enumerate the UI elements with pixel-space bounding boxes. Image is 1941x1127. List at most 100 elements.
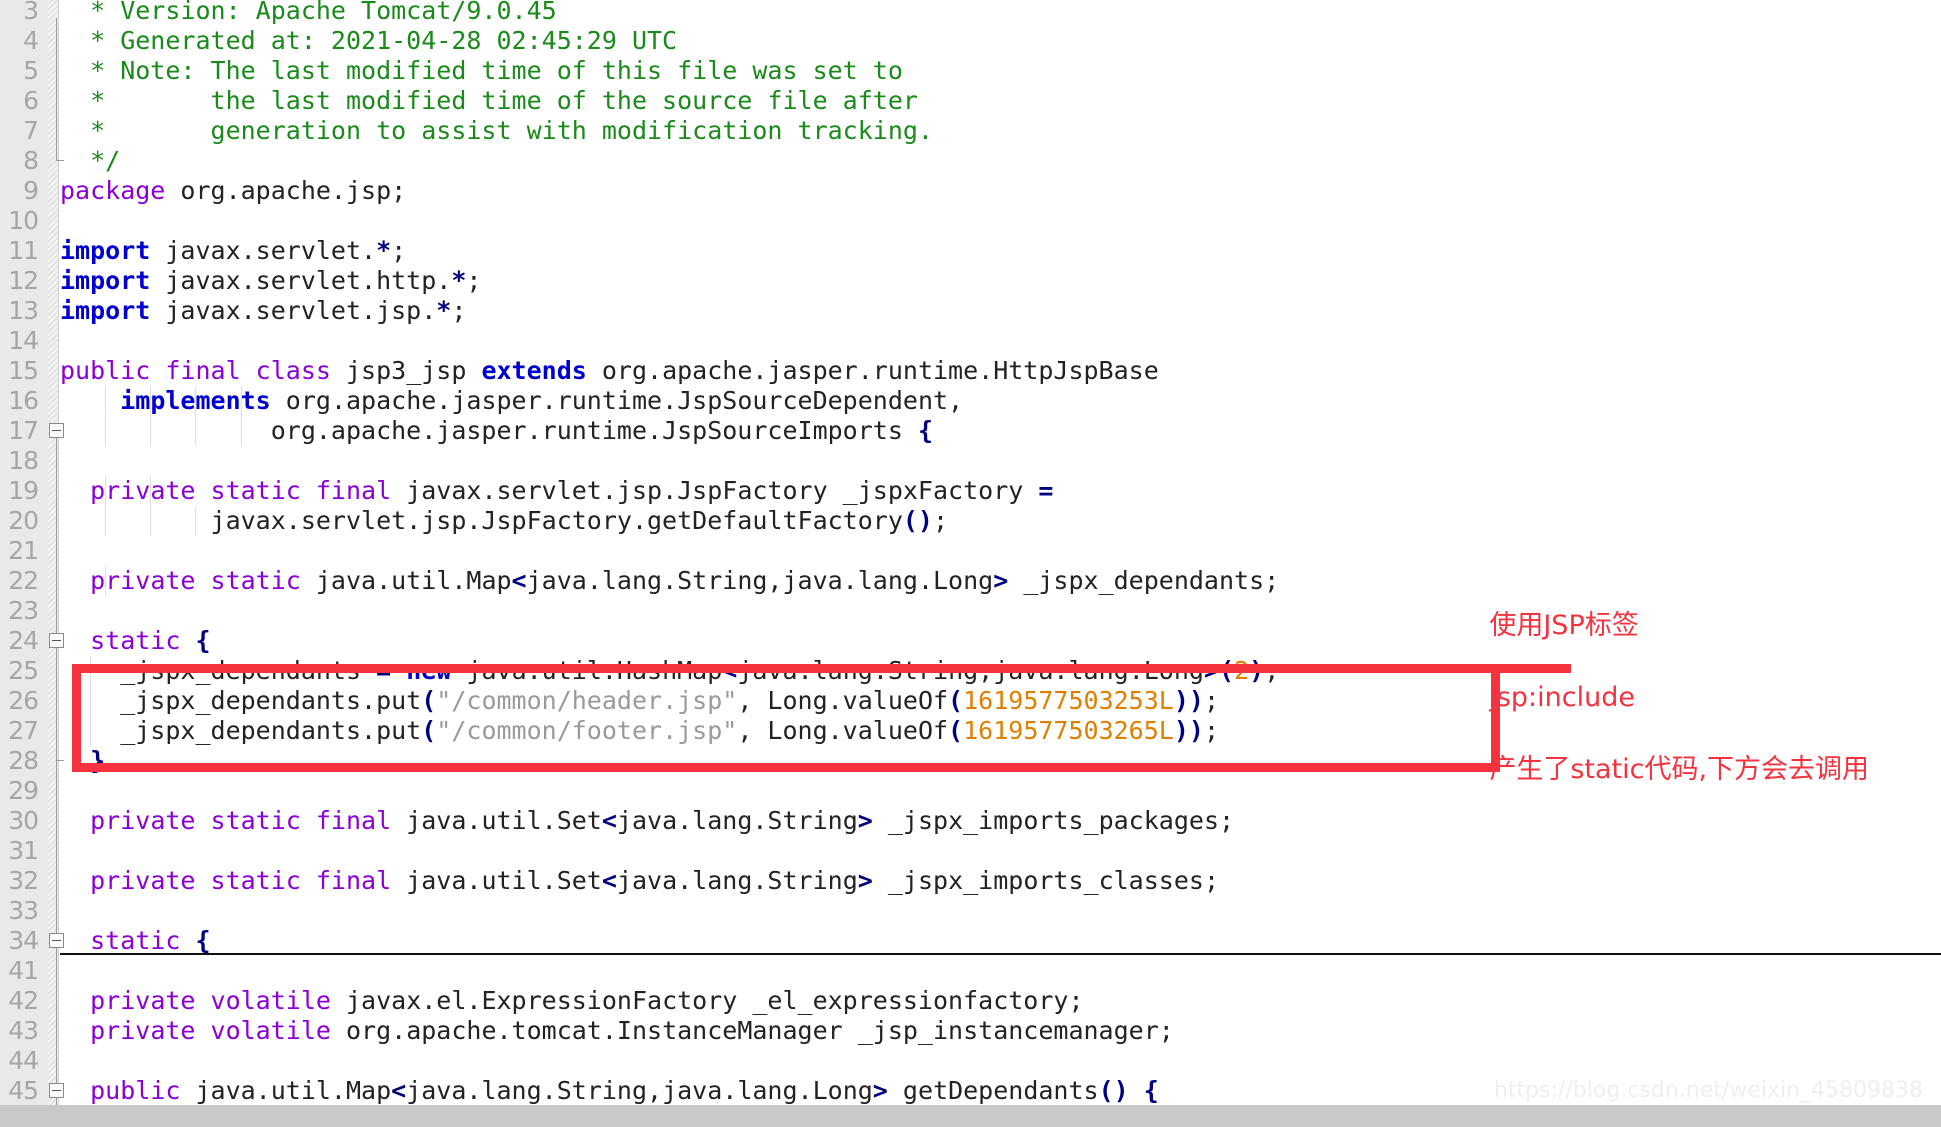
- indent-guide: [150, 386, 152, 446]
- line-number: 26: [8, 686, 39, 715]
- fold-region-guide: [56, 648, 57, 760]
- code-token: <: [601, 806, 617, 835]
- code-line[interactable]: * Note: The last modified time of this f…: [60, 56, 903, 86]
- line-number: 33: [8, 896, 39, 925]
- annotation-line-3: 产生了static代码,下方会去调用: [1489, 754, 1870, 785]
- code-token: ;: [1203, 716, 1219, 745]
- line-number: 9: [23, 176, 39, 205]
- code-line[interactable]: javax.servlet.jsp.JspFactory.getDefaultF…: [60, 506, 949, 536]
- code-line[interactable]: private static final java.util.Set<java.…: [60, 866, 1219, 896]
- line-number: 13: [8, 296, 39, 325]
- line-number: 44: [8, 1046, 39, 1075]
- code-token: import: [60, 266, 151, 295]
- code-token: ;: [932, 506, 949, 535]
- code-line[interactable]: private volatile javax.el.ExpressionFact…: [60, 986, 1083, 1016]
- code-line[interactable]: * Version: Apache Tomcat/9.0.45: [60, 0, 557, 26]
- code-token: * Generated at: 2021-04-28 02:45:29 UTC: [60, 26, 678, 55]
- code-token: public final class: [60, 356, 331, 385]
- code-token: >: [857, 866, 873, 895]
- code-line[interactable]: static {: [60, 926, 210, 956]
- code-line[interactable]: import javax.servlet.*;: [60, 236, 406, 266]
- code-line[interactable]: _jspx_dependants = new java.util.HashMap…: [60, 656, 1279, 686]
- code-token: new: [406, 656, 452, 685]
- code-token: _jspx_imports_classes;: [872, 866, 1219, 895]
- code-content[interactable]: * Version: Apache Tomcat/9.0.45 * Genera…: [60, 0, 1941, 1127]
- code-line[interactable]: _jspx_dependants.put("/common/footer.jsp…: [60, 716, 1219, 746]
- code-line[interactable]: private static final java.util.Set<java.…: [60, 806, 1234, 836]
- line-number: 14: [8, 326, 39, 355]
- code-editor[interactable]: 3 4 5 6 7 8 9 10 11 12 13 14 15 16 17 18 19 20 21 22 23 24 25 2…: [0, 0, 1941, 1127]
- indent-guide: [105, 566, 107, 596]
- code-token: (: [948, 686, 964, 715]
- code-line[interactable]: import javax.servlet.http.*;: [60, 266, 481, 296]
- code-token: *: [376, 236, 392, 265]
- code-line[interactable]: * generation to assist with modification…: [60, 116, 933, 146]
- code-line[interactable]: public final class jsp3_jsp extends org.…: [60, 356, 1159, 386]
- indent-guide: [90, 656, 92, 746]
- code-line[interactable]: import javax.servlet.jsp.*;: [60, 296, 466, 326]
- code-token: org.apache.jsp;: [165, 176, 407, 205]
- line-number: 41: [8, 956, 39, 985]
- code-line[interactable]: }: [60, 746, 105, 776]
- code-token: org.apache.jasper.runtime.JspSourceDepen…: [270, 386, 964, 415]
- code-token: >: [993, 566, 1009, 595]
- code-token: org.apache.jasper.runtime.HttpJspBase: [586, 356, 1159, 385]
- indent-guide: [195, 506, 197, 536]
- line-number: 27: [8, 716, 39, 745]
- code-token: java.util.HashMap: [451, 656, 723, 685]
- line-number: 20: [8, 506, 39, 535]
- code-token: (): [1098, 1076, 1129, 1105]
- code-token: getDependants: [887, 1076, 1099, 1105]
- line-number: 21: [8, 536, 39, 565]
- indent-guide: [105, 386, 107, 446]
- code-token: java.util.Map: [180, 1076, 392, 1105]
- code-token: 2: [1234, 656, 1250, 685]
- code-line[interactable]: static {: [60, 626, 211, 656]
- code-line[interactable]: private volatile org.apache.tomcat.Insta…: [60, 1016, 1174, 1046]
- code-token: jsp3_jsp: [330, 356, 482, 385]
- code-token: */: [60, 146, 121, 175]
- code-line[interactable]: */: [60, 146, 120, 176]
- code-token: java.lang.String,java.lang.Long: [737, 656, 1204, 685]
- code-token: {: [195, 626, 211, 655]
- code-line[interactable]: * Generated at: 2021-04-28 02:45:29 UTC: [60, 26, 677, 56]
- code-token: "/common/footer.jsp": [436, 716, 738, 745]
- gutter-divider: [58, 0, 59, 1127]
- code-token: >(: [1203, 656, 1235, 685]
- code-line[interactable]: * the last modified time of the source f…: [60, 86, 918, 116]
- code-token: static: [90, 926, 181, 955]
- code-line[interactable]: _jspx_dependants.put("/common/header.jsp…: [60, 686, 1219, 716]
- code-line[interactable]: public java.util.Map<java.lang.String,ja…: [60, 1076, 1159, 1106]
- code-token: private static final: [90, 476, 392, 505]
- code-line[interactable]: package org.apache.jsp;: [60, 176, 406, 206]
- code-token: 1619577503265L: [963, 716, 1174, 745]
- line-number: 5: [23, 56, 39, 85]
- code-token: *: [451, 266, 467, 295]
- code-token: java.util.Map: [300, 566, 512, 595]
- code-token: * Note: The last modified time of this f…: [60, 56, 903, 85]
- code-token: _jspx_dependants: [60, 656, 377, 685]
- code-token: <: [391, 1076, 407, 1105]
- annotation-text: 使用JSP标签 jsp:include 产生了static代码,下方会去调用: [1455, 572, 1869, 824]
- code-token: public: [90, 1076, 181, 1105]
- code-line[interactable]: private static java.util.Map<java.lang.S…: [60, 566, 1279, 596]
- code-token: private static: [90, 566, 301, 595]
- code-token: private volatile: [90, 986, 331, 1015]
- code-token: _jspx_dependants.put: [60, 716, 422, 745]
- line-number: 31: [8, 836, 39, 865]
- line-number: 22: [8, 566, 39, 595]
- code-token: <: [601, 866, 617, 895]
- code-line[interactable]: private static final javax.servlet.jsp.J…: [60, 476, 1053, 506]
- code-line[interactable]: org.apache.jasper.runtime.JspSourceImpor…: [60, 416, 933, 446]
- line-number: 43: [8, 1016, 39, 1045]
- fold-region-guide: [56, 438, 57, 1120]
- code-token: * the last modified time of the source f…: [60, 86, 918, 115]
- code-token: * generation to assist with modification…: [60, 116, 933, 145]
- code-token: javax.servlet.http.: [150, 266, 452, 295]
- code-token: , Long.valueOf: [737, 716, 949, 745]
